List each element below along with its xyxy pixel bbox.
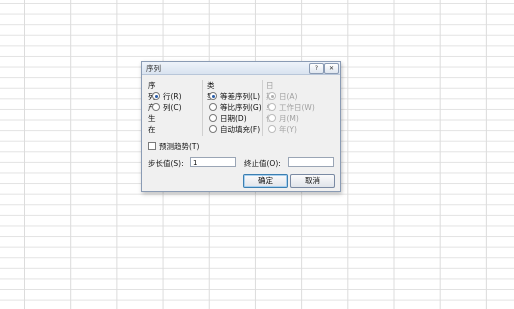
stop-label: 终止值(O): [244, 159, 281, 168]
radio-autofill-label: 自动填充(F) [220, 125, 261, 134]
radio-icon[interactable] [209, 103, 217, 111]
trend-label: 预测趋势(T) [159, 142, 200, 151]
radio-icon[interactable] [268, 103, 276, 111]
radio-linear[interactable]: 等差序列(L) [209, 91, 261, 101]
trend-checkbox[interactable]: 预测趋势(T) [148, 141, 200, 151]
radio-date-label: 日期(D) [220, 114, 247, 123]
radio-icon[interactable] [268, 114, 276, 122]
radio-growth[interactable]: 等比序列(G) [209, 102, 262, 112]
radio-growth-label: 等比序列(G) [220, 103, 262, 112]
dialog-title: 序列 [146, 64, 161, 73]
radio-weekday[interactable]: 工作日(W) [268, 102, 315, 112]
divider [202, 80, 203, 136]
radio-year-label: 年(Y) [279, 125, 297, 134]
checkbox-icon[interactable] [148, 142, 156, 150]
radio-column[interactable]: 列(C) [152, 102, 182, 112]
radio-row-label: 行(R) [163, 92, 182, 101]
step-input[interactable]: 1 [190, 157, 236, 167]
radio-icon[interactable] [209, 125, 217, 133]
close-button[interactable]: ✕ [324, 63, 339, 74]
step-label: 步长值(S): [148, 159, 184, 168]
divider [262, 80, 263, 136]
radio-day-label: 日(A) [279, 92, 298, 101]
radio-month[interactable]: 月(M) [268, 113, 299, 123]
radio-day[interactable]: 日(A) [268, 91, 298, 101]
radio-weekday-label: 工作日(W) [279, 103, 315, 112]
radio-month-label: 月(M) [279, 114, 299, 123]
radio-icon[interactable] [209, 114, 217, 122]
series-dialog: 序列 ? ✕ 序列产生在 行(R) 列(C) 类型 等差序列(L) 等比序列(G… [141, 61, 341, 192]
radio-date[interactable]: 日期(D) [209, 113, 247, 123]
radio-year[interactable]: 年(Y) [268, 124, 297, 134]
radio-selected-icon[interactable] [152, 92, 160, 100]
radio-selected-icon[interactable] [209, 92, 217, 100]
radio-column-label: 列(C) [163, 103, 182, 112]
radio-autofill[interactable]: 自动填充(F) [209, 124, 261, 134]
ok-button[interactable]: 确定 [243, 174, 288, 188]
radio-icon[interactable] [152, 103, 160, 111]
cancel-button[interactable]: 取消 [290, 174, 335, 188]
stop-input[interactable] [288, 157, 334, 167]
radio-icon[interactable] [268, 125, 276, 133]
radio-linear-label: 等差序列(L) [220, 92, 261, 101]
radio-selected-icon[interactable] [268, 92, 276, 100]
radio-row[interactable]: 行(R) [152, 91, 182, 101]
help-button[interactable]: ? [309, 63, 324, 74]
dialog-titlebar: 序列 ? ✕ [142, 62, 340, 75]
